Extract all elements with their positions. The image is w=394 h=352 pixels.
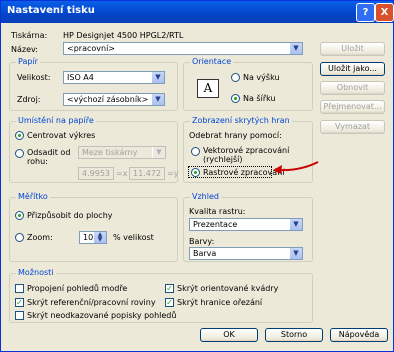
vector-label-line1: Vektorové zpracování [203, 146, 290, 155]
paper-size-select[interactable]: ISO A4 ▼ [63, 71, 165, 84]
offset-mode-select[interactable]: Meze tiskárny ▼ [78, 146, 166, 159]
paper-source-label: Zdroj: [17, 95, 41, 104]
annotation-arrow [273, 161, 319, 174]
hide-scope-boxes-label: Skrýt orientované kvádry [177, 284, 279, 293]
close-button[interactable]: X [375, 3, 394, 22]
vector-label-line2: (rychlejší) [203, 155, 243, 164]
colors-value: Barva [193, 249, 217, 258]
hide-unref-tags-label: Skrýt neodkazované popisky pohledů [27, 311, 177, 320]
chevron-down-icon[interactable]: ▼ [151, 94, 164, 105]
refresh-button[interactable]: Obnovit [320, 81, 385, 95]
delete-button[interactable]: Vymazat [320, 120, 385, 134]
offset-y-label: =y [167, 169, 179, 178]
offset-label-line1: Odsadit od [27, 148, 71, 157]
landscape-radio[interactable] [231, 94, 240, 103]
offset-radio[interactable] [15, 149, 24, 158]
paper-source-select[interactable]: <výchozí zásobník> ▼ [63, 93, 165, 106]
link-views-blue-checkbox[interactable] [15, 284, 24, 293]
colors-select[interactable]: Barva ▼ [189, 247, 303, 260]
paper-size-value: ISO A4 [67, 73, 94, 82]
zoom-value-field[interactable]: 100 ▲ ▼ [79, 231, 107, 244]
hidden-edges-group-title: Zobrazení skrytých hran [190, 116, 292, 125]
link-views-blue-label: Propojení pohledů modře [27, 284, 128, 293]
zoom-spinner-icon[interactable]: ▲ ▼ [93, 232, 106, 243]
hide-unref-tags-checkbox[interactable] [15, 311, 24, 320]
portrait-radio[interactable] [231, 73, 240, 82]
chevron-down-icon[interactable]: ▼ [289, 248, 302, 259]
name-label: Název: [11, 45, 38, 54]
chevron-down-icon[interactable]: ▼ [289, 43, 302, 54]
rename-button[interactable]: Přejmenovat... [320, 100, 385, 114]
raster-radio[interactable] [191, 168, 200, 177]
placement-group-title: Umístění na papíře [16, 116, 96, 125]
vector-radio[interactable] [191, 147, 200, 156]
cancel-button[interactable]: Storno [265, 328, 323, 342]
help-button[interactable]: Nápověda [330, 328, 388, 342]
offset-mode-value: Meze tiskárny [82, 148, 138, 157]
offset-x-label: =x [116, 169, 128, 178]
name-value: <pracovní> [67, 44, 115, 53]
save-as-button[interactable]: Uložit jako... [320, 62, 385, 76]
scale-group-title: Měřítko [16, 192, 50, 201]
portrait-label: Na výšku [243, 73, 280, 82]
center-radio[interactable] [15, 131, 24, 140]
chevron-down-icon[interactable]: ▼ [289, 219, 302, 230]
zoom-label: Zoom: [27, 233, 53, 242]
help-title-button[interactable]: ? [356, 3, 375, 22]
hide-ref-planes-checkbox[interactable]: ✓ [15, 298, 24, 307]
zoom-radio[interactable] [15, 233, 24, 242]
printer-value: HP Designjet 4500 HPGL2/RTL [63, 31, 184, 40]
options-group-title: Možnosti [16, 268, 56, 277]
hide-crop-boundaries-checkbox[interactable]: ✓ [165, 298, 174, 307]
scale-group: Měřítko [9, 192, 178, 262]
print-setup-dialog: Nastavení tisku ? X Tiskárna: HP Designj… [0, 0, 394, 352]
landscape-page-icon: A [197, 79, 219, 98]
raster-quality-label: Kvalita rastru: [189, 207, 246, 216]
save-button[interactable]: Uložit [320, 42, 385, 56]
chevron-down-icon[interactable]: ▼ [151, 72, 164, 83]
paper-size-label: Velikost: [17, 73, 51, 82]
colors-label: Barvy: [189, 237, 215, 246]
landscape-label: Na šířku [243, 94, 276, 103]
remove-edges-label: Odebrat hrany pomocí: [189, 131, 282, 140]
raster-quality-value: Prezentace [193, 220, 238, 229]
page-icon-letter: A [203, 81, 213, 95]
ok-button[interactable]: OK [200, 328, 258, 342]
paper-source-value: <výchozí zásobník> [67, 95, 149, 104]
percent-size-label: % velikost [113, 233, 154, 242]
offset-label-line2: rohu: [27, 157, 48, 166]
hide-ref-planes-label: Skrýt referenční/pracovní roviny [27, 298, 156, 307]
raster-quality-select[interactable]: Prezentace ▼ [189, 218, 303, 231]
appearance-group-title: Vzhled [190, 192, 221, 201]
paper-group-title: Papír [16, 57, 40, 66]
offset-x-field[interactable]: 4.9953 [78, 167, 114, 180]
name-select[interactable]: <pracovní> ▼ [63, 42, 303, 55]
title-bar[interactable]: Nastavení tisku ? X [1, 1, 394, 23]
hide-crop-boundaries-label: Skrýt hranice ořezání [177, 298, 263, 307]
orientation-group-title: Orientace [190, 57, 234, 66]
hide-scope-boxes-checkbox[interactable]: ✓ [165, 284, 174, 293]
printer-label: Tiskárna: [11, 31, 48, 40]
window-title: Nastavení tisku [7, 5, 95, 16]
center-label: Centrovat výkres [27, 131, 96, 140]
fit-to-page-radio[interactable] [15, 211, 24, 220]
fit-to-page-label: Přizpůsobit do plochy [27, 211, 113, 220]
chevron-down-icon[interactable]: ▼ [152, 147, 165, 158]
offset-y-field[interactable]: 11.472 [129, 167, 165, 180]
